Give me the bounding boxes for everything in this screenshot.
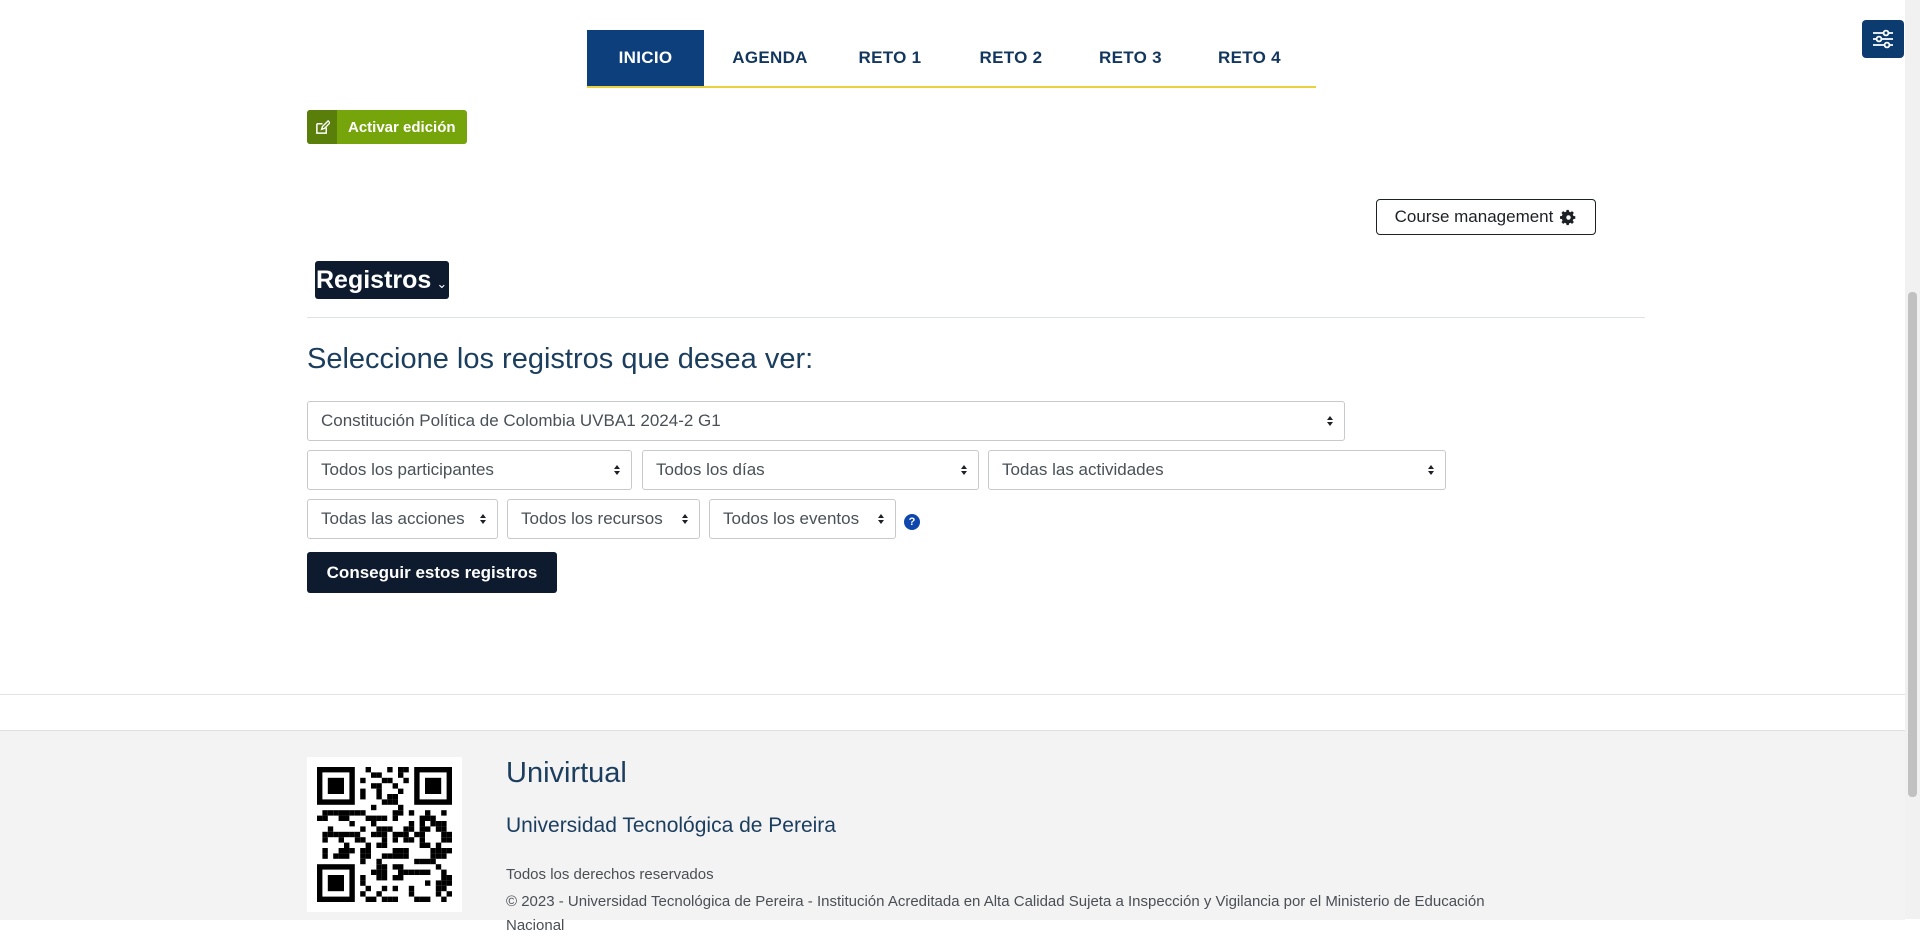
tab-inicio[interactable]: INICIO: [587, 30, 704, 86]
select-arrow-icon: [961, 465, 967, 475]
activities-select[interactable]: Todas las actividades: [988, 450, 1446, 490]
course-management-button[interactable]: Course management: [1376, 199, 1596, 235]
actions-select[interactable]: Todas las acciones: [307, 499, 498, 539]
activities-select-value: Todas las actividades: [1002, 460, 1164, 479]
days-select[interactable]: Todos los días: [642, 450, 979, 490]
footer-title: Univirtual: [506, 757, 627, 789]
course-select-value: Constitución Política de Colombia UVBA1 …: [321, 411, 721, 430]
actions-select-value: Todas las acciones: [321, 509, 465, 528]
course-select[interactable]: Constitución Política de Colombia UVBA1 …: [307, 401, 1345, 441]
select-arrow-icon: [1428, 465, 1434, 475]
select-arrow-icon: [878, 514, 884, 524]
settings-sliders-icon: [1873, 29, 1893, 49]
divider: [307, 317, 1645, 318]
get-logs-button[interactable]: Conseguir estos registros: [307, 552, 557, 593]
footer-copyright: © 2023 - Universidad Tecnológica de Pere…: [506, 893, 1485, 934]
footer-rights: Todos los derechos reservados: [506, 866, 714, 883]
tab-reto-2[interactable]: RETO 2: [944, 30, 1078, 86]
resources-select[interactable]: Todos los recursos: [507, 499, 700, 539]
days-select-value: Todos los días: [656, 460, 765, 479]
course-management-label: Course management: [1394, 207, 1554, 226]
divider: [0, 694, 1905, 695]
tab-reto-3[interactable]: RETO 3: [1078, 30, 1183, 86]
tab-reto-1[interactable]: RETO 1: [836, 30, 944, 86]
resources-select-value: Todos los recursos: [521, 509, 663, 528]
qr-code-icon: [307, 757, 462, 912]
select-arrow-icon: [682, 514, 688, 524]
events-select-value: Todos los eventos: [723, 509, 860, 528]
participants-select-value: Todos los participantes: [321, 460, 494, 479]
help-icon[interactable]: ?: [904, 514, 920, 530]
chevron-down-icon: ⌄: [436, 276, 448, 291]
gear-icon: [1560, 209, 1576, 225]
select-arrow-icon: [1327, 416, 1333, 426]
footer-university: Universidad Tecnológica de Pereira: [506, 814, 836, 837]
page-subtitle: Seleccione los registros que desea ver:: [307, 343, 814, 375]
tab-reto-4[interactable]: RETO 4: [1183, 30, 1316, 86]
page-title: Registros: [316, 265, 432, 294]
select-arrow-icon: [480, 514, 486, 524]
edit-mode-button[interactable]: Activar edición: [307, 110, 467, 144]
course-tab-nav: INICIO AGENDA RETO 1 RETO 2 RETO 3 RETO …: [587, 30, 1316, 88]
tab-agenda[interactable]: AGENDA: [704, 30, 836, 86]
edit-mode-label: Activar edición: [348, 118, 456, 136]
report-selector-heading[interactable]: Registros ⌄: [315, 261, 450, 299]
drawer-toggle-button[interactable]: [1862, 20, 1904, 58]
edit-icon: [307, 110, 337, 144]
scrollbar-thumb[interactable]: [1908, 292, 1917, 797]
select-arrow-icon: [614, 465, 620, 475]
events-select[interactable]: Todos los eventos: [709, 499, 896, 539]
participants-select[interactable]: Todos los participantes: [307, 450, 632, 490]
